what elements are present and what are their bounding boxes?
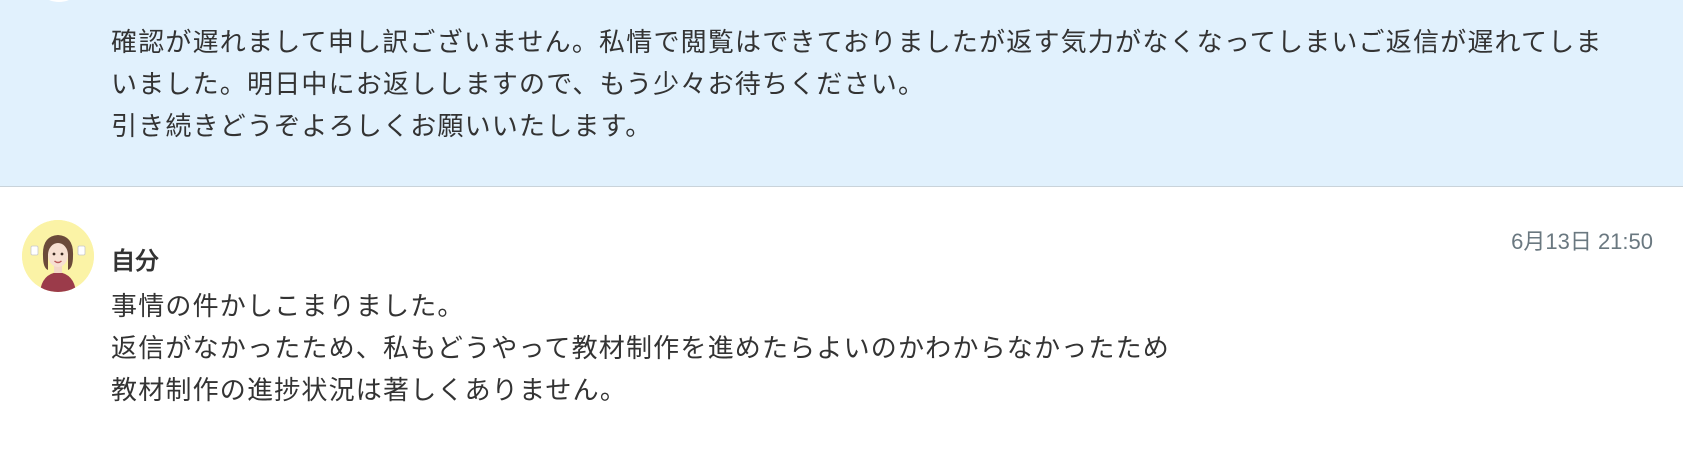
sent-message-line: 返信がなかったため、私もどうやって教材制作を進めたらよいのかわからなかったため <box>111 334 1170 364</box>
received-message-line: 確認が遅れまして申し訳ございません。私情で閲覧はできておりましたが返す気力がなく… <box>111 28 1603 58</box>
sender-avatar-partial[interactable] <box>34 0 84 2</box>
received-message: 確認が遅れまして申し訳ございません。私情で閲覧はできておりましたが返す気力がなく… <box>0 0 1683 187</box>
received-message-line: 引き続きどうぞよろしくお願いいたします。 <box>111 112 653 142</box>
message-timestamp: 6月13日 21:50 <box>1511 229 1653 254</box>
sent-message-line: 事情の件かしこまりました。 <box>111 292 465 322</box>
sent-message-line: 教材制作の進捗状況は著しくありません。 <box>111 376 628 406</box>
avatar[interactable] <box>22 220 94 292</box>
sender-name: 自分 <box>111 247 159 275</box>
sent-message: 自分 6月13日 21:50 事情の件かしこまりました。 返信がなかったため、私… <box>0 187 1683 474</box>
received-message-line: いました。明日中にお返ししますので、もう少々お待ちください。 <box>111 70 926 100</box>
user-avatar-illustration <box>22 220 94 292</box>
